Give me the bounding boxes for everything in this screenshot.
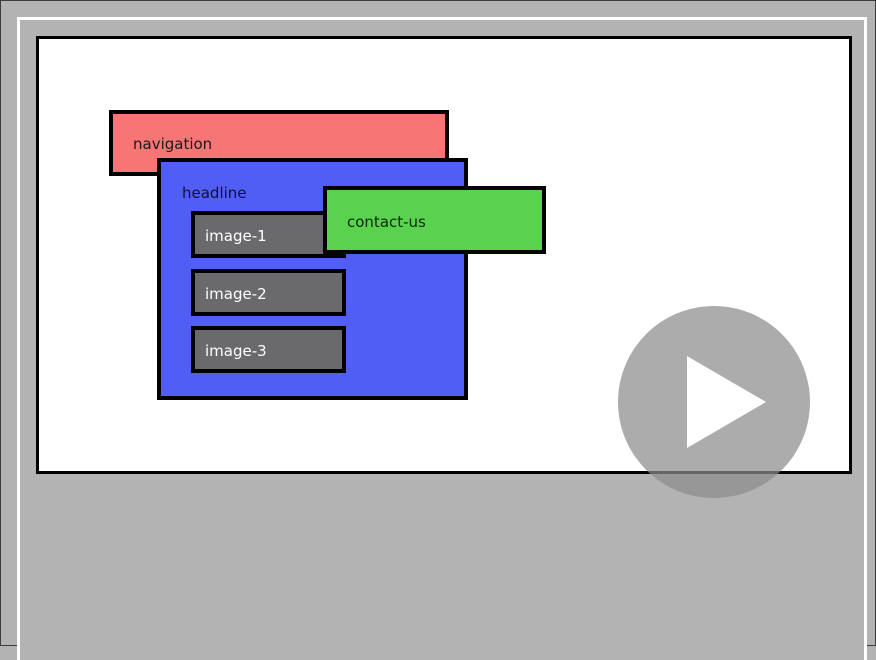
image-label: image-3	[205, 342, 267, 360]
image-block-3: image-3	[191, 326, 346, 373]
image-block-2: image-2	[191, 269, 346, 316]
play-button[interactable]	[618, 306, 810, 498]
play-icon	[687, 356, 766, 448]
navigation-label: navigation	[133, 135, 213, 153]
image-label: image-1	[205, 227, 267, 245]
image-label: image-2	[205, 285, 267, 303]
contact-us-block: contact-us	[323, 186, 546, 254]
headline-label: headline	[182, 184, 247, 202]
contact-us-label: contact-us	[347, 213, 426, 231]
